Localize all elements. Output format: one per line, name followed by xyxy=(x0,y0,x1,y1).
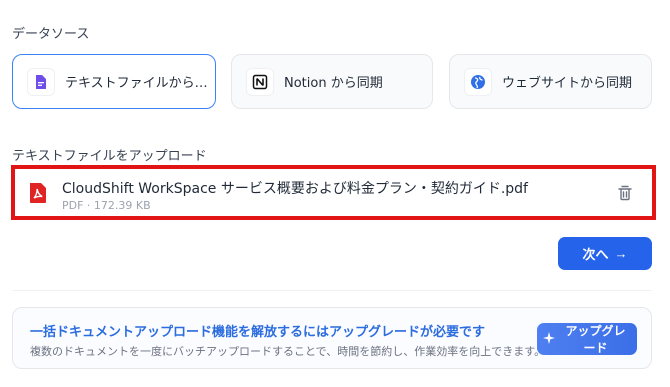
divider xyxy=(12,290,652,291)
upgrade-button-label: アップグレード xyxy=(565,324,626,355)
document-icon xyxy=(27,67,55,96)
upgrade-button[interactable]: アップグレード xyxy=(537,323,637,355)
source-option-label: テキストファイルからイン... xyxy=(65,76,210,91)
source-option-text-file[interactable]: テキストファイルからイン... xyxy=(12,54,216,109)
file-name: CloudShift WorkSpace サービス概要および料金プラン・契約ガイ… xyxy=(62,181,528,197)
file-meta: PDF · 172.39 KB xyxy=(62,199,151,212)
uploaded-file-item: CloudShift WorkSpace サービス概要および料金プラン・契約ガイ… xyxy=(11,165,656,220)
upgrade-description: 複数のドキュメントを一度にバッチアップロードすることで、時間を節約し、作業効率を… xyxy=(30,345,546,358)
source-option-label: Notion から同期 xyxy=(284,76,383,91)
pdf-icon xyxy=(29,183,47,207)
globe-icon xyxy=(464,67,492,96)
source-option-label: ウェブサイトから同期 xyxy=(502,76,633,91)
upgrade-banner: 一括ドキュメントアップロード機能を解放するにはアップグレードが必要です 複数のド… xyxy=(12,307,652,369)
source-option-website[interactable]: ウェブサイトから同期 xyxy=(449,54,652,109)
source-option-notion[interactable]: Notion から同期 xyxy=(231,54,433,109)
next-button-label: 次へ xyxy=(582,247,609,262)
data-source-title: データソース xyxy=(12,27,90,42)
notion-icon xyxy=(246,67,274,96)
upgrade-title: 一括ドキュメントアップロード機能を解放するにはアップグレードが必要です xyxy=(30,325,486,340)
trash-icon[interactable] xyxy=(616,184,634,202)
arrow-right-icon: → xyxy=(614,246,628,261)
next-button[interactable]: 次へ → xyxy=(558,237,652,270)
upload-section-title: テキストファイルをアップロード xyxy=(12,149,207,164)
sparkle-icon xyxy=(543,331,555,347)
